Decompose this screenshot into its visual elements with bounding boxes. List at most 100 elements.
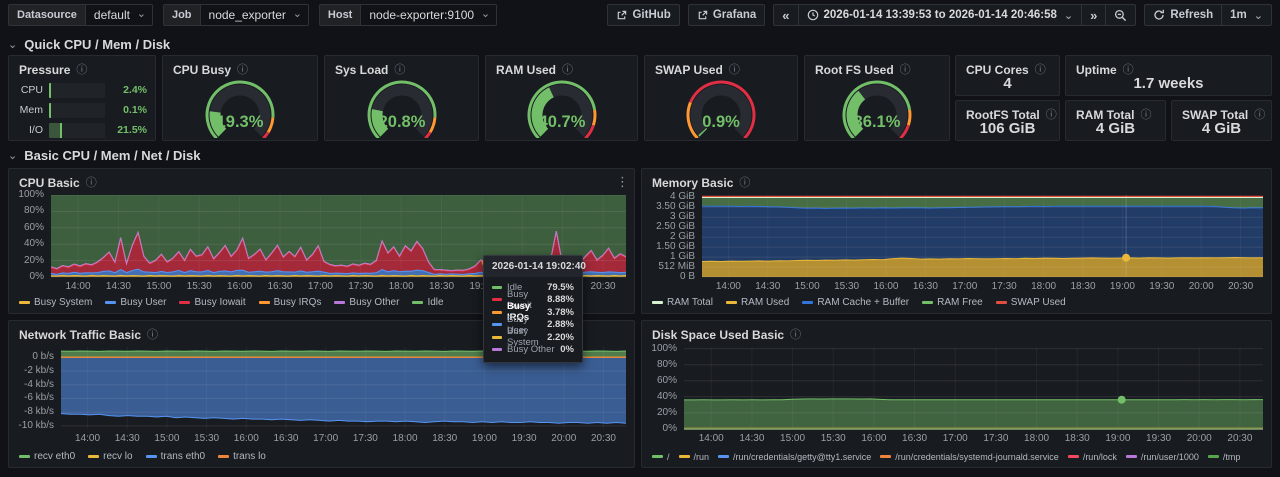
panel-title[interactable]: CPU Cores <box>966 63 1029 77</box>
zoom-out-button[interactable] <box>1106 4 1136 26</box>
swap-used-gauge[interactable]: 0.9% <box>645 76 797 138</box>
legend-label: recv eth0 <box>34 451 75 462</box>
gauge-svg: 0.9% <box>651 76 791 138</box>
tooltip-rows: Idle79.5%Busy Iowait8.88%Busy IRQs3.78%B… <box>484 277 582 362</box>
panel-title[interactable]: RAM Used <box>496 63 556 77</box>
host-select[interactable]: node-exporter:9100⌄ <box>360 4 497 26</box>
sys-load-gauge[interactable]: 20.8% <box>325 76 478 138</box>
y-axis-tick-label: 0 b/s <box>17 351 54 363</box>
y-axis-tick-label: 0% <box>17 271 44 283</box>
info-icon[interactable]: ⓘ <box>900 65 911 76</box>
bar-edge <box>49 83 51 98</box>
panel-title[interactable]: Uptime <box>1076 63 1117 77</box>
info-icon[interactable]: ⓘ <box>86 178 97 189</box>
grafana-link-button[interactable]: Grafana <box>688 4 765 26</box>
time-shift-forward-button[interactable]: » <box>1082 4 1106 26</box>
refresh-button[interactable]: Refresh <box>1144 4 1222 26</box>
legend-item[interactable]: RAM Cache + Buffer <box>802 297 909 308</box>
tooltip-series-swatch <box>492 286 502 289</box>
info-icon[interactable]: ⓘ <box>76 65 87 76</box>
legend-item[interactable]: Idle <box>412 297 443 308</box>
legend-label: Busy System <box>34 297 92 308</box>
info-icon[interactable]: ⓘ <box>562 65 573 76</box>
panel-title[interactable]: SWAP Used <box>655 63 723 77</box>
info-icon[interactable]: ⓘ <box>1140 110 1151 121</box>
section-basic-cpu-mem-net-disk[interactable]: ⌄ Basic CPU / Mem / Net / Disk <box>8 148 201 163</box>
legend-item[interactable]: RAM Used <box>726 297 789 308</box>
ram-used-gauge[interactable]: 40.7% <box>486 76 637 138</box>
legend-label: RAM Free <box>937 297 983 308</box>
info-icon[interactable]: ⓘ <box>1123 65 1134 76</box>
legend-item[interactable]: recv eth0 <box>19 451 75 462</box>
datasource-select[interactable]: default⌄ <box>85 4 153 26</box>
legend-item[interactable]: recv lo <box>88 451 132 462</box>
panel-menu-icon[interactable]: ⋮ <box>616 174 629 190</box>
info-icon[interactable]: ⓘ <box>1035 65 1046 76</box>
refresh-icon <box>1153 9 1165 21</box>
legend-item[interactable]: /tmp <box>1208 452 1241 462</box>
info-icon[interactable]: ⓘ <box>237 65 248 76</box>
bar-label: I/O <box>17 124 43 136</box>
y-axis-tick-label: 0% <box>650 423 677 435</box>
io-pressure-bar[interactable] <box>49 123 105 138</box>
info-icon[interactable]: ⓘ <box>1254 110 1265 121</box>
legend-item[interactable]: Busy System <box>19 297 92 308</box>
mem-pressure-bar[interactable] <box>49 103 105 118</box>
bar-edge <box>49 103 51 118</box>
legend-item[interactable]: /run <box>679 452 710 462</box>
panel-title[interactable]: Root FS Used <box>815 63 894 77</box>
legend-item[interactable]: /run/credentials/getty@tty1.service <box>718 452 871 462</box>
panel-title[interactable]: Network Traffic Basic <box>19 328 141 342</box>
legend-item[interactable]: RAM Free <box>922 297 983 308</box>
legend-item[interactable]: trans lo <box>218 451 266 462</box>
legend-item[interactable]: /run/lock <box>1068 452 1117 462</box>
panel-title[interactable]: Sys Load <box>335 63 388 77</box>
legend-item[interactable]: Busy Iowait <box>179 297 245 308</box>
legend-item[interactable]: SWAP Used <box>996 297 1066 308</box>
panel-title[interactable]: Pressure <box>19 63 70 77</box>
variable-label: Job <box>163 4 200 26</box>
legend-swatch <box>652 455 663 458</box>
panel-title[interactable]: SWAP Total <box>1182 108 1248 122</box>
info-icon[interactable]: ⓘ <box>729 65 740 76</box>
time-shift-back-button[interactable]: « <box>773 4 798 26</box>
legend-item[interactable]: Busy User <box>105 297 166 308</box>
root-fs-used-gauge[interactable]: 36.1% <box>805 76 949 138</box>
github-link-button[interactable]: GitHub <box>607 4 679 26</box>
panel-title[interactable]: RAM Total <box>1076 108 1134 122</box>
panel-title[interactable]: CPU Busy <box>173 63 231 77</box>
info-icon[interactable]: ⓘ <box>394 65 405 76</box>
job-select[interactable]: node_exporter⌄ <box>200 4 309 26</box>
variable-job: Job node_exporter⌄ <box>163 4 309 26</box>
panel-title[interactable]: CPU Basic <box>19 176 80 190</box>
panel-title[interactable]: RootFS Total <box>966 108 1040 122</box>
info-icon[interactable]: ⓘ <box>147 330 158 341</box>
section-quick-cpu-mem-disk[interactable]: ⌄ Quick CPU / Mem / Disk <box>8 37 170 52</box>
cpu-pressure-bar[interactable] <box>49 83 105 98</box>
legend-item[interactable]: RAM Total <box>652 297 713 308</box>
legend-item[interactable]: trans eth0 <box>146 451 205 462</box>
legend-item[interactable]: Busy IRQs <box>259 297 322 308</box>
panel-title[interactable]: Disk Space Used Basic <box>652 328 784 342</box>
legend-label: /run/credentials/systemd-journald.servic… <box>895 452 1059 462</box>
legend-item[interactable]: /run/user/1000 <box>1126 452 1199 462</box>
info-icon[interactable]: ⓘ <box>1046 110 1057 121</box>
chevron-down-icon: ⌄ <box>481 5 490 23</box>
panel-title[interactable]: Memory Basic <box>652 176 733 190</box>
legend-item[interactable]: Busy Other <box>334 297 399 308</box>
cpu-busy-gauge[interactable]: 19.3% <box>163 76 317 138</box>
info-icon[interactable]: ⓘ <box>790 330 801 341</box>
info-icon[interactable]: ⓘ <box>739 178 750 189</box>
time-range-button[interactable]: 2026-01-14 13:39:53 to 2026-01-14 20:46:… <box>799 4 1083 26</box>
gauge-svg: 36.1% <box>807 76 947 138</box>
legend-swatch <box>880 455 891 458</box>
legend-swatch <box>105 301 116 304</box>
legend-item[interactable]: / <box>652 452 670 462</box>
refresh-interval-select[interactable]: 1m⌄ <box>1222 4 1272 26</box>
disk-space-chart[interactable]: 0%20%40%60%80%100%14:0014:3015:0015:3016… <box>650 347 1263 447</box>
legend-item[interactable]: /run/credentials/systemd-journald.servic… <box>880 452 1059 462</box>
section-chevron-icon: ⌄ <box>8 38 17 51</box>
svg-text:0.9%: 0.9% <box>702 113 740 131</box>
external-link-icon <box>616 10 627 21</box>
memory-basic-chart[interactable]: 0 B512 MiB1 GiB1.50 GiB2 GiB2.50 GiB3 Gi… <box>650 195 1263 295</box>
